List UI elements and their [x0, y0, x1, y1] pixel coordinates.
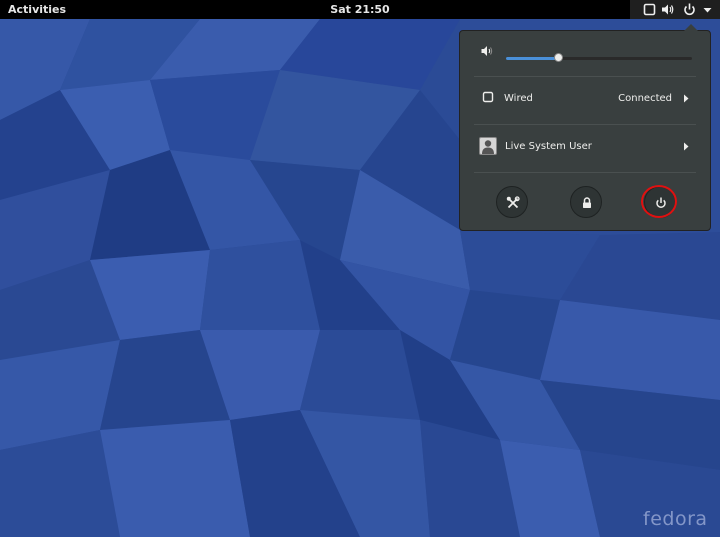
lock-icon: [583, 197, 591, 208]
fedora-logo: fedora: [643, 508, 708, 530]
clock-button[interactable]: Sat 21:50: [330, 3, 389, 16]
user-row[interactable]: Live System User: [460, 132, 710, 162]
top-bar: Activities Sat 21:50: [0, 0, 720, 19]
user-name-label: Live System User: [505, 141, 592, 152]
activities-button[interactable]: Activities: [8, 0, 66, 19]
menu-pointer: [684, 24, 698, 31]
dropdown-arrow-icon: [703, 8, 712, 13]
system-status-area[interactable]: [630, 0, 720, 19]
settings-button[interactable]: [496, 186, 528, 218]
speaker-icon: [481, 46, 493, 56]
volume-row: [460, 37, 710, 67]
volume-slider[interactable]: [506, 53, 692, 62]
power-icon: [656, 197, 666, 208]
network-wired-icon: [643, 3, 656, 16]
chevron-right-icon: [684, 142, 689, 151]
system-menu: Wired Connected Live System User: [459, 24, 711, 231]
power-icon: [684, 3, 695, 16]
network-wired-row[interactable]: Wired Connected: [460, 84, 710, 114]
volume-slider-handle[interactable]: [553, 53, 563, 62]
settings-tools-icon: [506, 196, 520, 209]
network-wired-icon: [482, 91, 494, 103]
network-status-label: Connected: [618, 93, 672, 104]
volume-slider-fill: [506, 57, 559, 60]
menu-separator: [474, 76, 696, 77]
chevron-right-icon: [684, 94, 689, 103]
desktop: Activities Sat 21:50 Wired Connected Liv…: [0, 0, 720, 537]
network-wired-label: Wired: [504, 93, 533, 104]
user-avatar-icon: [479, 137, 497, 155]
menu-separator: [474, 124, 696, 125]
menu-separator: [474, 172, 696, 173]
power-off-button[interactable]: [644, 186, 676, 218]
clock-area: Sat 21:50: [0, 0, 720, 19]
lock-button[interactable]: [570, 186, 602, 218]
volume-icon: [662, 4, 674, 15]
